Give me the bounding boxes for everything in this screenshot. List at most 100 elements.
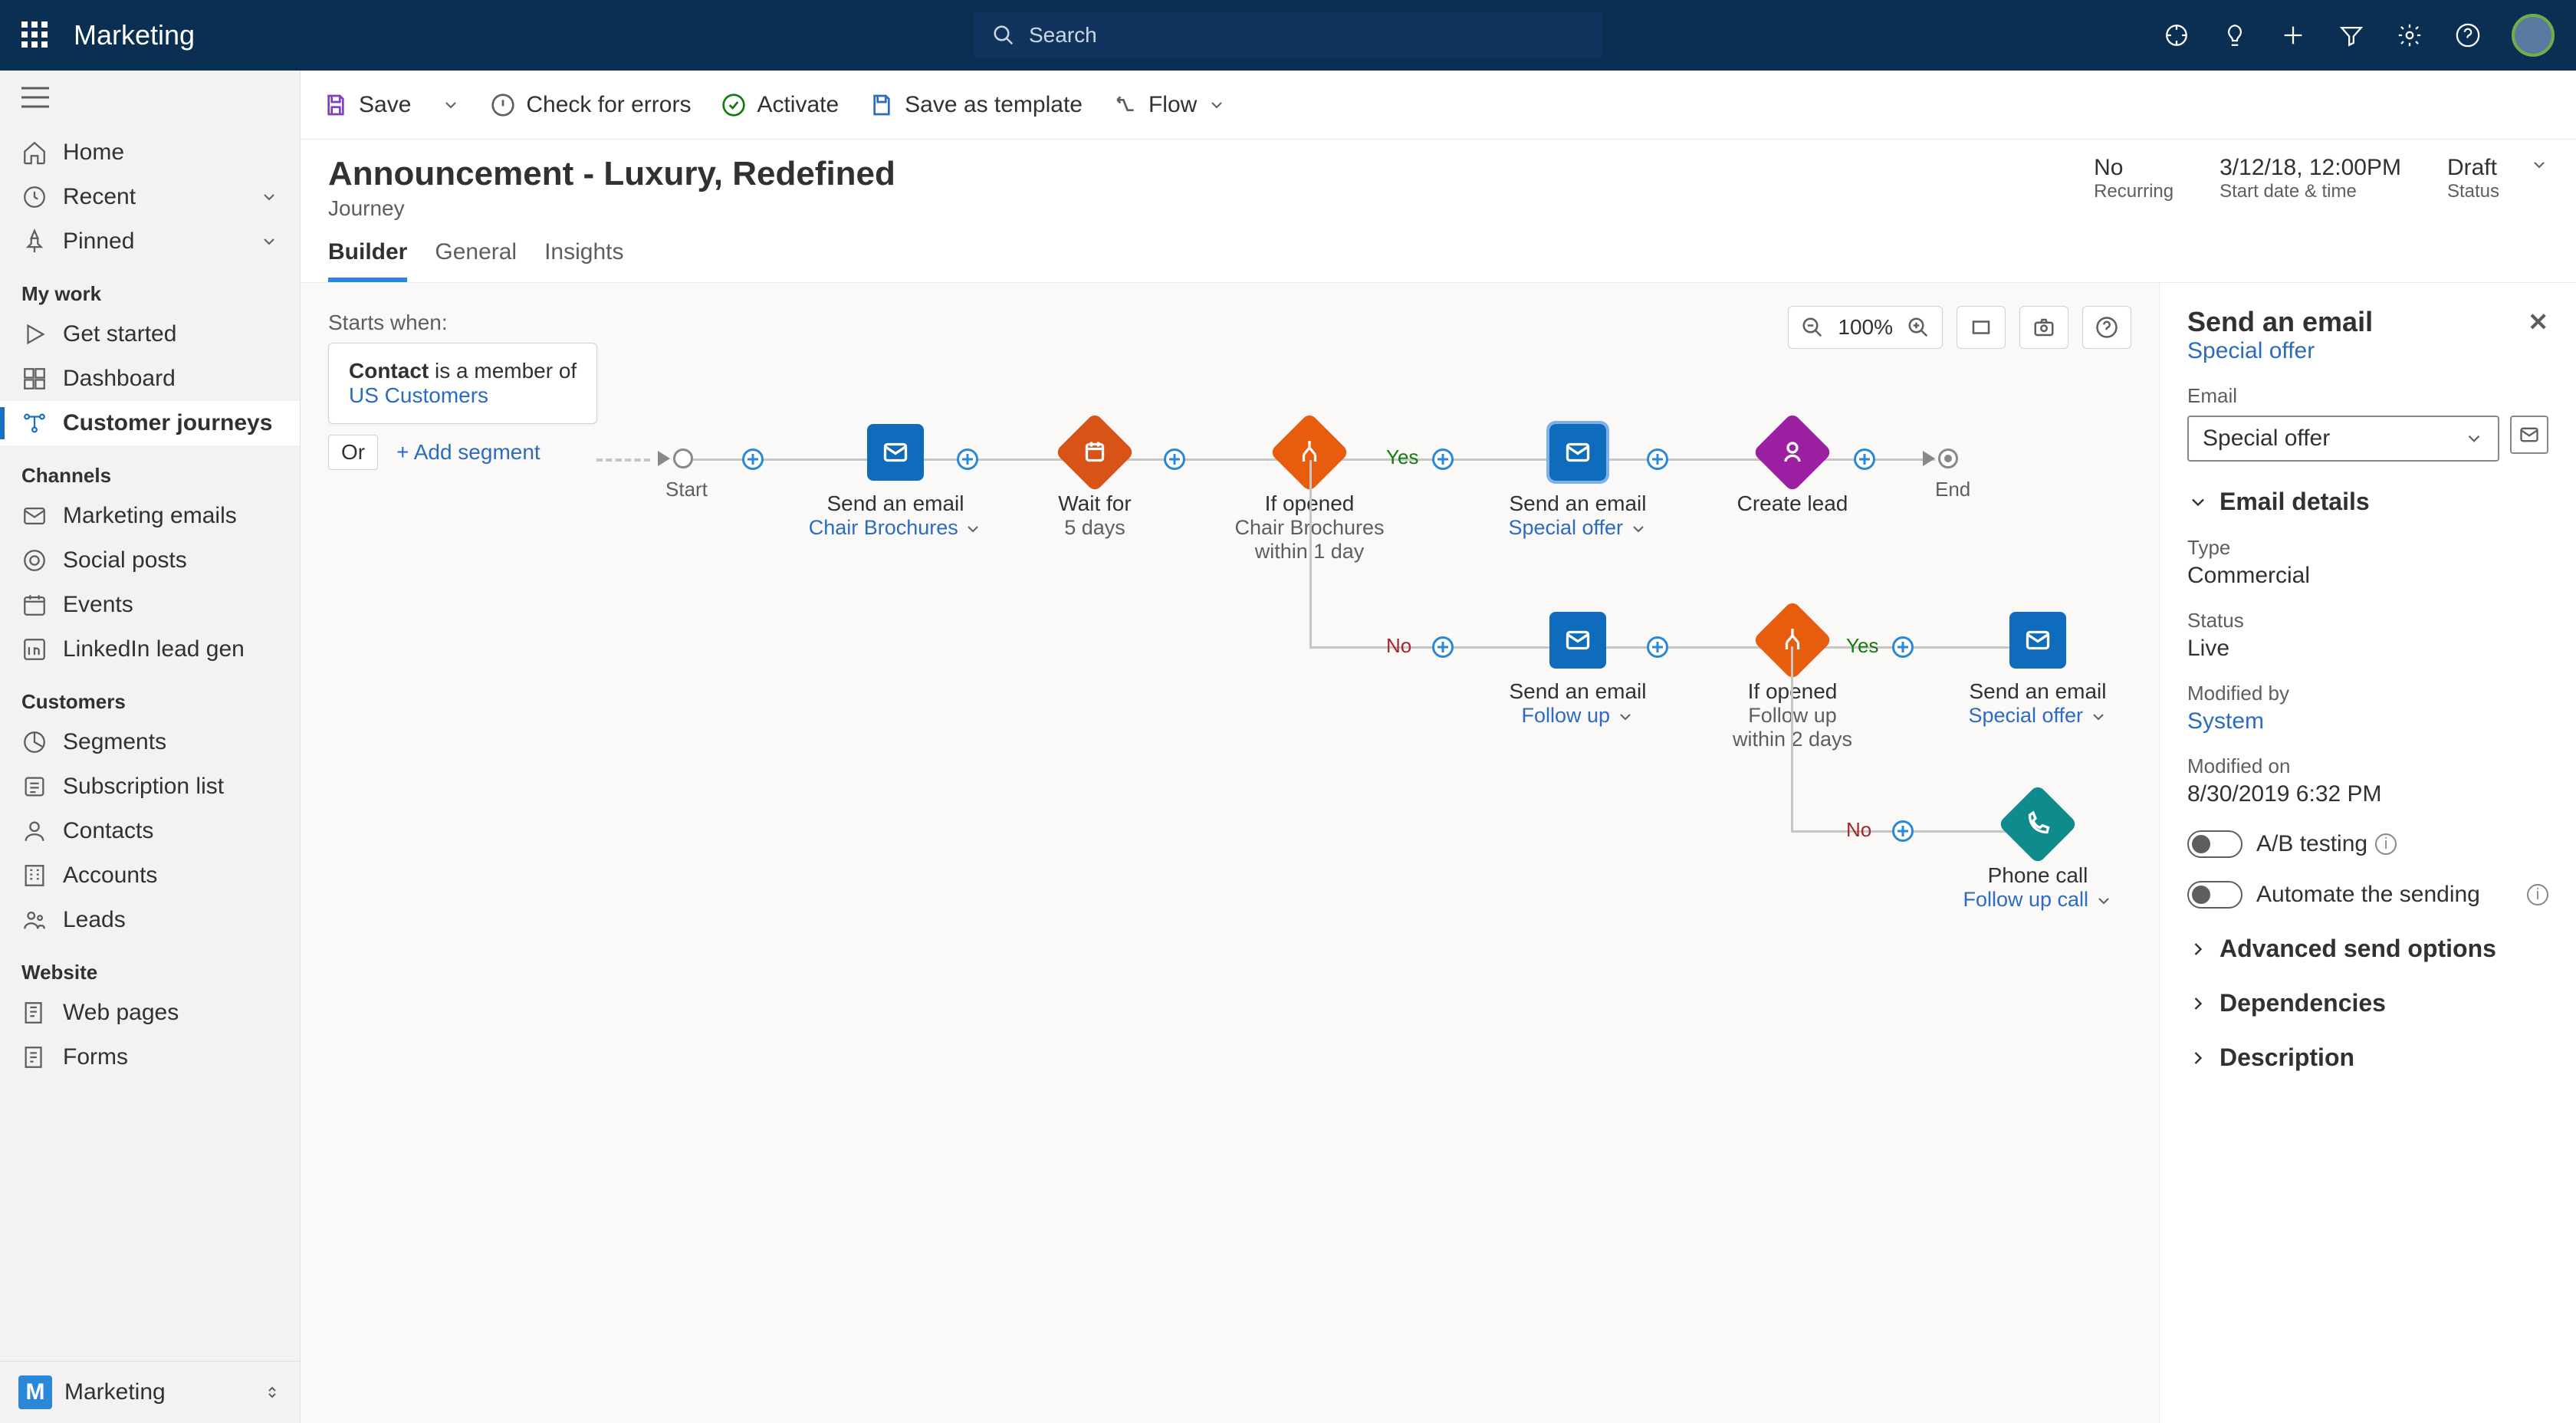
nav-web-pages[interactable]: Web pages — [0, 991, 300, 1035]
node-send-email-special-2[interactable]: Send an email Special offer — [1946, 612, 2130, 728]
add-node-button[interactable] — [1164, 449, 1185, 470]
nav-contacts[interactable]: Contacts — [0, 809, 300, 853]
fit-screen-button[interactable] — [1957, 306, 2006, 349]
snapshot-button[interactable] — [2019, 306, 2068, 349]
nav-collapse-button[interactable] — [0, 71, 300, 130]
node-link[interactable]: Follow up — [1486, 704, 1670, 728]
node-link[interactable]: Chair Brochures — [803, 516, 987, 540]
auto-label: Automate the sending — [2256, 882, 2480, 908]
tab-general[interactable]: General — [435, 239, 517, 282]
add-node-button[interactable] — [1854, 449, 1875, 470]
gear-icon[interactable] — [2395, 21, 2424, 50]
canvas-help-button[interactable] — [2082, 306, 2131, 349]
advanced-send-toggle[interactable]: Advanced send options — [2187, 935, 2548, 963]
node-link[interactable]: Follow up call — [1946, 888, 2130, 912]
add-segment-button[interactable]: + Add segment — [396, 440, 540, 465]
area-label: Marketing — [64, 1379, 166, 1405]
nav-events[interactable]: Events — [0, 583, 300, 627]
zoom-in-icon[interactable] — [1907, 316, 1930, 339]
segment-card[interactable]: Contact is a member of US Customers — [328, 343, 597, 424]
nav-leads[interactable]: Leads — [0, 898, 300, 942]
nav-home[interactable]: Home — [0, 130, 300, 175]
save-button[interactable]: Save — [324, 92, 411, 118]
nav-subscription-list[interactable]: Subscription list — [0, 764, 300, 809]
node-title: Send an email — [1486, 491, 1670, 516]
nav-accounts[interactable]: Accounts — [0, 853, 300, 898]
yes-label: Yes — [1846, 634, 1878, 658]
node-wait[interactable]: Wait for 5 days — [1018, 424, 1171, 540]
node-send-email-1[interactable]: Send an email Chair Brochures — [803, 424, 987, 540]
nav-customer-journeys[interactable]: Customer journeys — [0, 401, 300, 445]
flow-button[interactable]: Flow — [1113, 92, 1226, 118]
info-icon[interactable]: i — [2375, 833, 2397, 855]
app-launcher-icon[interactable] — [21, 21, 49, 49]
save-as-template-button[interactable]: Save as template — [869, 92, 1083, 118]
help-icon[interactable] — [2453, 21, 2482, 50]
description-toggle[interactable]: Description — [2187, 1043, 2548, 1072]
panel-link[interactable]: Special offer — [2187, 338, 2315, 363]
email-select[interactable]: Special offer — [2187, 416, 2499, 462]
panel-title: Send an email✕ — [2187, 306, 2548, 338]
nav-get-started[interactable]: Get started — [0, 312, 300, 357]
seg-mid: is a member of — [429, 359, 577, 383]
plus-icon[interactable] — [2279, 21, 2308, 50]
add-node-button[interactable] — [1432, 636, 1454, 658]
add-node-button[interactable] — [1892, 820, 1914, 842]
nav-home-label: Home — [63, 140, 124, 166]
nav-dashboard[interactable]: Dashboard — [0, 357, 300, 401]
node-send-email-follow-up[interactable]: Send an email Follow up — [1486, 612, 1670, 728]
chevron-down-icon — [260, 232, 278, 251]
add-node-button[interactable] — [1892, 636, 1914, 658]
add-node-button[interactable] — [742, 449, 764, 470]
global-search[interactable]: Search — [974, 12, 1602, 58]
add-node-button[interactable] — [957, 449, 978, 470]
preview-email-button[interactable] — [2510, 416, 2548, 454]
dependencies-toggle[interactable]: Dependencies — [2187, 989, 2548, 1017]
node-phone-call[interactable]: Phone call Follow up call — [1946, 796, 2130, 912]
nav-footer[interactable]: M Marketing — [0, 1361, 300, 1423]
add-node-button[interactable] — [1647, 636, 1668, 658]
nav-linkedin[interactable]: LinkedIn lead gen — [0, 627, 300, 672]
journey-end-node[interactable] — [1938, 449, 1958, 468]
user-avatar[interactable] — [2512, 14, 2555, 57]
email-details-toggle[interactable]: Email details — [2187, 488, 2548, 516]
add-node-button[interactable] — [1647, 449, 1668, 470]
top-icons — [2162, 14, 2555, 57]
modby-value[interactable]: System — [2187, 708, 2548, 735]
nav-section-customers: Customers — [0, 672, 300, 720]
check-errors-button[interactable]: Check for errors — [491, 92, 691, 118]
tab-builder[interactable]: Builder — [328, 239, 407, 282]
nav-social-posts[interactable]: Social posts — [0, 538, 300, 583]
journey-start-node[interactable] — [673, 449, 693, 468]
save-dropdown[interactable] — [442, 96, 460, 114]
node-title: Wait for — [1018, 491, 1171, 516]
nav-forms[interactable]: Forms — [0, 1035, 300, 1080]
add-node-button[interactable] — [1432, 449, 1454, 470]
zoom-control[interactable]: 100% — [1788, 306, 1943, 349]
node-create-lead[interactable]: Create lead — [1700, 424, 1884, 516]
node-send-email-2-selected[interactable]: Send an email Special offer — [1486, 424, 1670, 540]
ab-testing-toggle[interactable] — [2187, 830, 2242, 858]
automate-toggle[interactable] — [2187, 881, 2242, 909]
main: Save Check for errors Activate Save as t… — [301, 71, 2576, 1423]
zoom-out-icon[interactable] — [1801, 316, 1824, 339]
nav-marketing-emails[interactable]: Marketing emails — [0, 494, 300, 538]
activate-button[interactable]: Activate — [721, 92, 839, 118]
node-link[interactable]: Special offer — [1486, 516, 1670, 540]
nav-segments[interactable]: Segments — [0, 720, 300, 764]
node-link[interactable]: Special offer — [1946, 704, 2130, 728]
nav-label: Subscription list — [63, 774, 224, 800]
journey-canvas[interactable]: 100% Starts when: Contact is a member of… — [301, 283, 2159, 1423]
tab-insights[interactable]: Insights — [544, 239, 623, 282]
close-panel-button[interactable]: ✕ — [2528, 307, 2548, 337]
left-nav: Home Recent Pinned My work Get started D… — [0, 71, 301, 1423]
expand-header-button[interactable] — [2530, 155, 2548, 179]
segment-link[interactable]: US Customers — [349, 383, 488, 407]
info-icon[interactable]: i — [2527, 884, 2548, 905]
lightbulb-icon[interactable] — [2220, 21, 2249, 50]
filter-icon[interactable] — [2337, 21, 2366, 50]
target-icon[interactable] — [2162, 21, 2191, 50]
nav-pinned[interactable]: Pinned — [0, 219, 300, 264]
connector — [1791, 646, 1793, 833]
nav-recent[interactable]: Recent — [0, 175, 300, 219]
